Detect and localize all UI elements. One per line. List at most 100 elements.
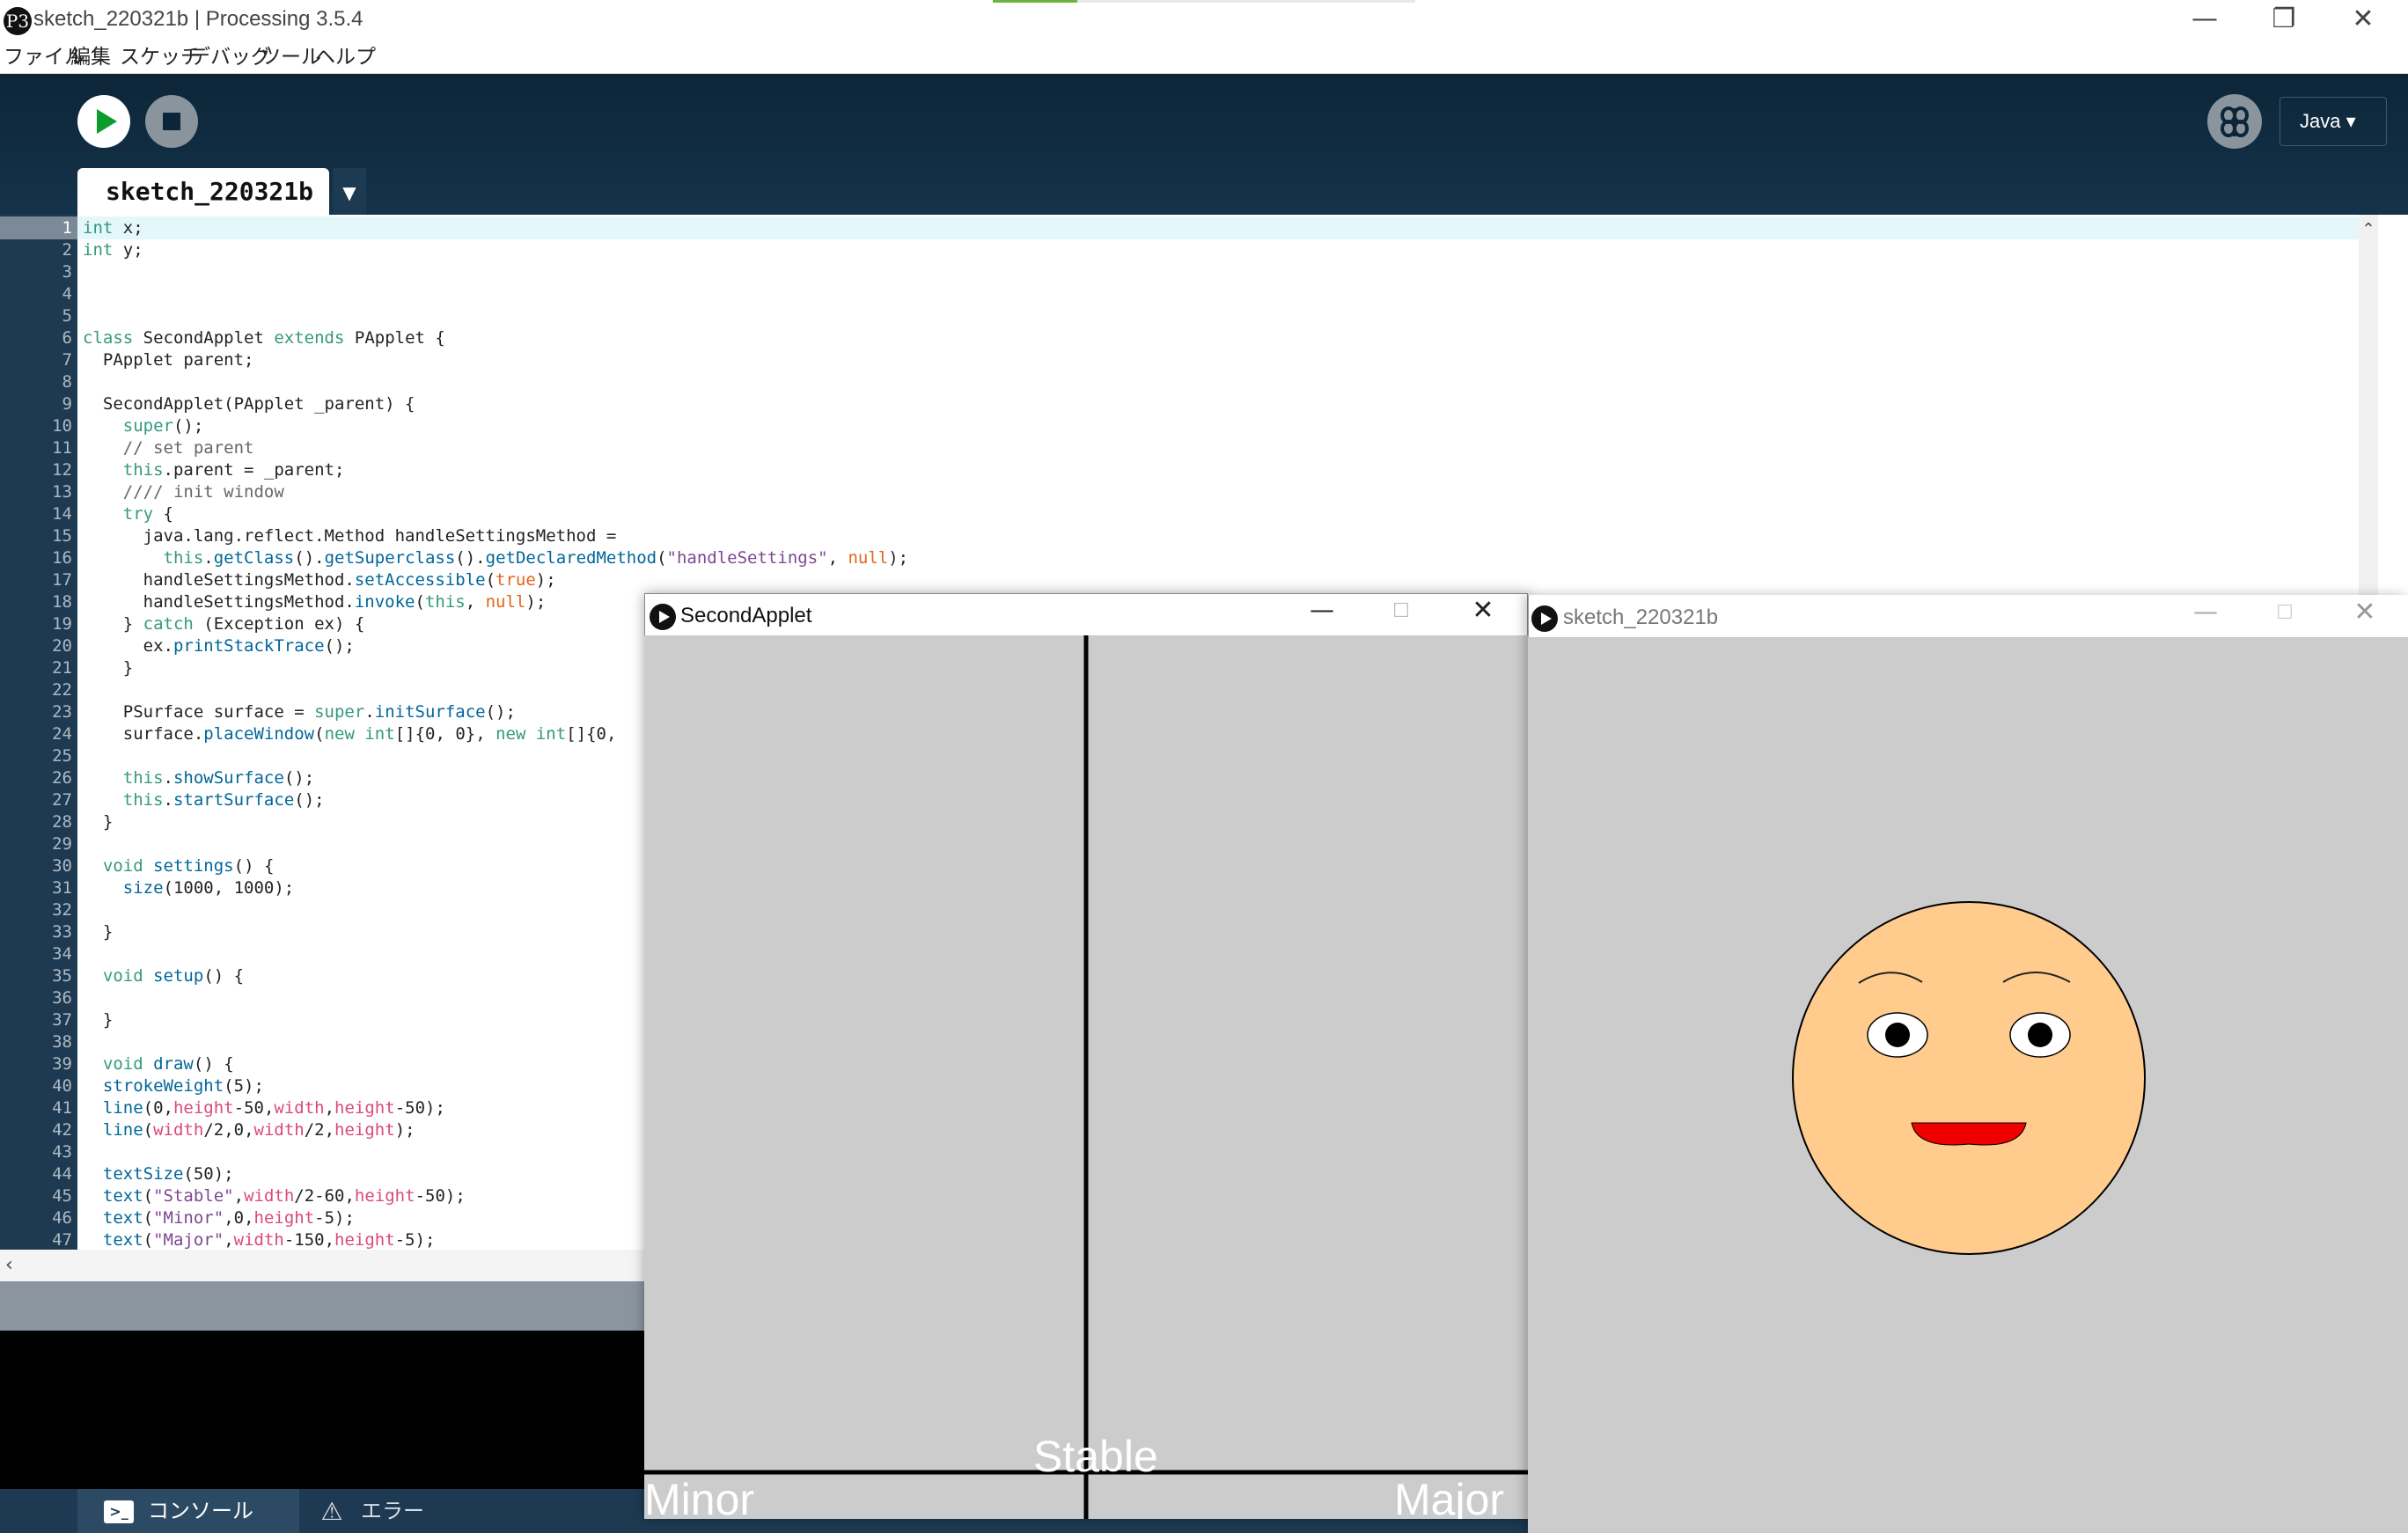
line-number: 5 — [62, 306, 72, 326]
code-line[interactable]: void settings() { — [83, 855, 275, 877]
line-number: 44 — [52, 1164, 72, 1184]
sketch-canvas[interactable] — [1528, 637, 2408, 1533]
minimize-button[interactable]: — — [2165, 0, 2244, 39]
title-progress-fill — [993, 0, 1077, 3]
code-line[interactable]: text("Stable",width/2-60,height-50); — [83, 1185, 466, 1207]
code-line[interactable]: PSurface surface = super.initSurface(); — [83, 701, 516, 723]
stop-button[interactable] — [145, 95, 198, 148]
line-number: 22 — [52, 680, 72, 700]
tab-errors[interactable]: ⚠ エラー — [308, 1489, 484, 1533]
tab-console[interactable]: >_ コンソール — [77, 1489, 299, 1533]
close-button[interactable]: ✕ — [2324, 0, 2403, 39]
face — [1792, 901, 2146, 1255]
code-line[interactable]: handleSettingsMethod.setAccessible(true)… — [83, 569, 556, 591]
menu-tools[interactable]: ツール — [261, 44, 321, 74]
code-line[interactable]: this.showSurface(); — [83, 767, 314, 789]
second-applet-title: SecondApplet — [680, 604, 812, 627]
code-line[interactable]: } — [83, 657, 133, 679]
line-number: 31 — [52, 878, 72, 898]
code-line[interactable]: java.lang.reflect.Method handleSettingsM… — [83, 525, 617, 547]
face-drawing — [1792, 901, 2146, 1255]
code-line[interactable]: //// init window — [83, 481, 284, 503]
line-number: 43 — [52, 1142, 72, 1162]
second-minimize-button[interactable]: — — [1303, 595, 1341, 630]
menu-edit[interactable]: 編集 — [70, 44, 111, 74]
menu-help[interactable]: ヘルプ — [315, 44, 376, 74]
applet-run-icon — [650, 604, 676, 630]
sketch-minimize-button[interactable]: — — [2186, 597, 2225, 632]
run-button[interactable] — [77, 95, 130, 148]
sketch-close-button[interactable]: ✕ — [2343, 597, 2387, 632]
code-line[interactable]: super(); — [83, 415, 204, 437]
menu-debug[interactable]: デバッグ — [190, 44, 271, 74]
left-pupil — [1885, 1023, 1910, 1047]
code-line[interactable]: int y; — [83, 239, 143, 261]
code-line[interactable]: } catch (Exception ex) { — [83, 613, 365, 635]
code-line[interactable]: text("Major",width-150,height-5); — [83, 1229, 436, 1251]
code-line[interactable]: handleSettingsMethod.invoke(this, null); — [83, 591, 547, 613]
sketch-maximize-button[interactable]: ☐ — [2265, 602, 2304, 637]
second-applet-canvas[interactable]: Stable Minor Major — [644, 635, 1528, 1519]
code-line[interactable]: int x; — [83, 217, 143, 239]
code-line[interactable]: line(width/2,0,width/2,height); — [83, 1119, 415, 1141]
code-line[interactable]: PApplet parent; — [83, 349, 254, 371]
code-line[interactable]: ex.printStackTrace(); — [83, 635, 355, 657]
code-line[interactable]: size(1000, 1000); — [83, 877, 294, 899]
code-line[interactable]: line(0,height-50,width,height-50); — [83, 1097, 445, 1119]
code-line[interactable]: } — [83, 921, 113, 943]
second-applet-drawing: Stable Minor Major — [644, 635, 1528, 1519]
tab-sketch[interactable]: sketch_220321b — [77, 168, 329, 215]
label-major: Major — [1394, 1475, 1504, 1519]
code-line[interactable]: this.parent = _parent; — [83, 459, 345, 481]
line-number: 39 — [52, 1054, 72, 1074]
line-number: 47 — [52, 1230, 72, 1250]
second-maximize-button[interactable]: ☐ — [1382, 600, 1421, 635]
code-line[interactable]: textSize(50); — [83, 1163, 234, 1185]
tab-menu-button[interactable]: ▼ — [333, 168, 366, 215]
console-tab-label: コンソール — [148, 1499, 253, 1523]
code-line[interactable]: surface.placeWindow(new int[]{0, 0}, new… — [83, 723, 617, 745]
code-line[interactable]: this.getClass().getSuperclass().getDecla… — [83, 547, 909, 569]
line-number: 3 — [62, 262, 72, 282]
code-line[interactable]: } — [83, 1009, 113, 1031]
code-line[interactable]: try { — [83, 503, 173, 525]
line-number: 24 — [52, 724, 72, 744]
line-number: 34 — [52, 944, 72, 964]
restore-button[interactable]: ❐ — [2244, 0, 2324, 39]
line-number: 15 — [52, 526, 72, 546]
line-number: 28 — [52, 812, 72, 832]
line-number: 6 — [62, 328, 72, 348]
line-number: 41 — [52, 1098, 72, 1118]
code-line[interactable]: void setup() { — [83, 965, 244, 987]
debug-button[interactable] — [2207, 94, 2262, 149]
mode-selector[interactable]: Java ▾ — [2280, 97, 2387, 146]
play-icon — [97, 109, 117, 134]
line-number: 37 — [52, 1010, 72, 1030]
title-progress-bar — [993, 0, 1415, 3]
scroll-up-icon[interactable]: ⌃ — [2359, 220, 2378, 246]
line-number: 45 — [52, 1186, 72, 1206]
code-line[interactable]: // set parent — [83, 437, 254, 459]
code-line[interactable]: this.startSurface(); — [83, 789, 325, 811]
line-number: 1 — [62, 218, 72, 238]
line-number: 21 — [52, 658, 72, 678]
code-line[interactable]: void draw() { — [83, 1053, 234, 1075]
line-number: 42 — [52, 1120, 72, 1140]
line-number: 26 — [52, 768, 72, 788]
code-line[interactable]: strokeWeight(5); — [83, 1075, 264, 1097]
code-line[interactable]: SecondApplet(PApplet _parent) { — [83, 393, 415, 415]
window-title: sketch_220321b | Processing 3.5.4 — [33, 7, 363, 31]
console-icon: >_ — [104, 1500, 134, 1523]
butterfly-icon — [2221, 106, 2249, 137]
line-number: 33 — [52, 922, 72, 942]
scroll-left-icon[interactable]: ‹ — [5, 1250, 23, 1281]
menu-sketch[interactable]: スケッチ — [120, 44, 201, 74]
processing-app-icon: P3 — [4, 7, 32, 35]
code-line[interactable]: } — [83, 811, 113, 833]
second-close-button[interactable]: ✕ — [1461, 595, 1505, 630]
line-number: 27 — [52, 790, 72, 810]
line-number: 29 — [52, 834, 72, 854]
code-line[interactable]: text("Minor",0,height-5); — [83, 1207, 355, 1229]
line-number: 30 — [52, 856, 72, 876]
code-line[interactable]: class SecondApplet extends PApplet { — [83, 327, 445, 349]
